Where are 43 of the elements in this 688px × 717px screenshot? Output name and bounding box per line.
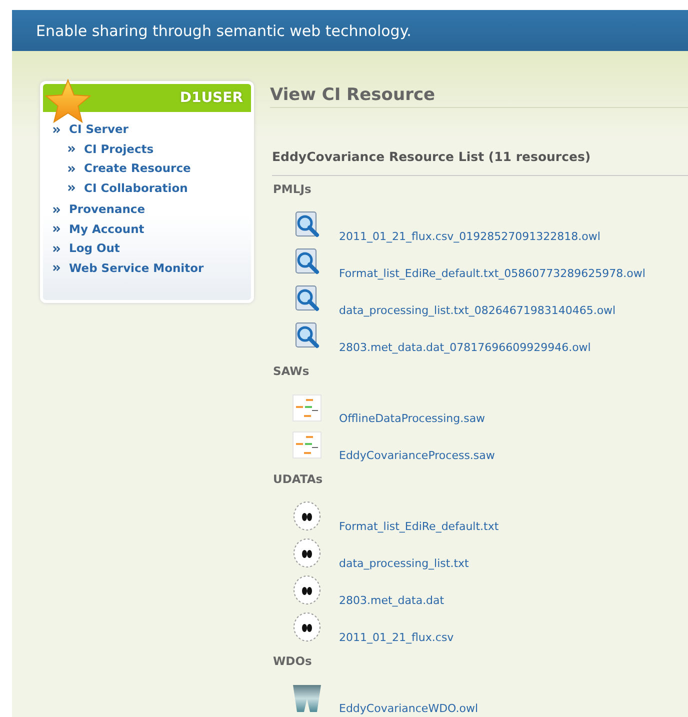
chevron-icon xyxy=(53,246,60,252)
chevron-icon xyxy=(53,126,60,133)
resource-link[interactable]: OfflineDataProcessing.saw xyxy=(339,410,486,428)
eyes-icon xyxy=(292,575,322,606)
chevron-icon xyxy=(68,146,75,152)
chevron-icon xyxy=(68,166,75,172)
resource-link[interactable]: 2803.met_data.dat_07817696609929946.owl xyxy=(339,340,591,356)
nav-link[interactable]: CI Server xyxy=(69,121,128,138)
page-title: View CI Resource xyxy=(270,85,688,108)
nav-link[interactable]: Create Resource xyxy=(84,160,191,178)
resource-link[interactable]: Format_list_EdiRe_default.txt xyxy=(339,518,499,536)
chevron-icon xyxy=(68,185,75,192)
nav-link[interactable]: Web Service Monitor xyxy=(69,260,204,277)
tagline: Enable sharing through semantic web technology. xyxy=(36,21,412,42)
resource-link[interactable]: 2011_01_21_flux.csv xyxy=(339,630,454,646)
username: D1USER xyxy=(180,89,243,108)
resource-link[interactable]: EddyCovarianceProcess.saw xyxy=(339,448,495,464)
eyes-icon xyxy=(292,538,322,568)
eyes-icon xyxy=(292,612,322,642)
resource-link[interactable]: data_processing_list.txt xyxy=(339,556,469,572)
nav-link[interactable]: Log Out xyxy=(69,240,120,258)
chevron-icon xyxy=(53,226,60,232)
resource-link[interactable]: data_processing_list.txt_08264671983140465.owl xyxy=(339,302,616,320)
diagram-thumbnail-icon xyxy=(292,393,322,424)
eyes-icon xyxy=(292,501,322,532)
resource-link[interactable]: EddyCovarianceWDO.owl xyxy=(339,700,478,717)
section-label: WDOs xyxy=(273,653,312,670)
diagram-thumbnail-icon xyxy=(292,430,322,460)
nav-link[interactable]: Provenance xyxy=(69,201,146,218)
nav-link[interactable]: My Account xyxy=(69,220,144,238)
section-label: SAWs xyxy=(273,363,310,380)
list-title: EddyCovariance Resource List (11 resources) xyxy=(272,148,688,176)
chevron-icon xyxy=(53,206,60,213)
nav-link[interactable]: CI Projects xyxy=(84,140,154,158)
nav-link[interactable]: CI Collaboration xyxy=(84,180,188,197)
wdo-icon xyxy=(292,683,322,714)
resource-link[interactable]: 2803.met_data.dat xyxy=(339,592,444,610)
section-label: PMLJs xyxy=(273,181,312,198)
section-label: UDATAs xyxy=(273,471,323,488)
resource-link[interactable]: 2011_01_21_flux.csv_01928527091322818.owl xyxy=(339,228,600,246)
resource-link[interactable]: Format_list_EdiRe_default.txt_05860773289625978.owl xyxy=(339,266,646,282)
chevron-icon xyxy=(53,265,60,272)
star-icon xyxy=(45,79,91,123)
